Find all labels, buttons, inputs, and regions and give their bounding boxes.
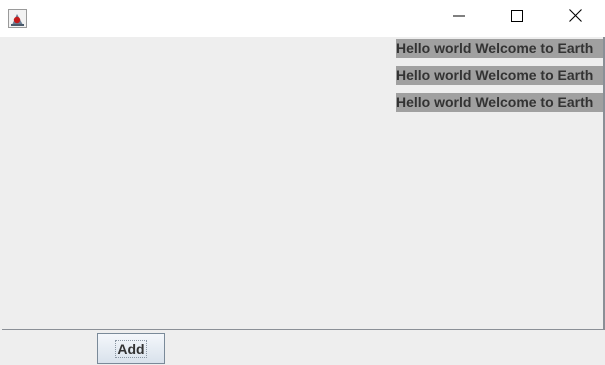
- maximize-icon: [511, 9, 523, 27]
- greeting-label: Hello world Welcome to Earth: [396, 66, 605, 85]
- add-button-label: Add: [115, 339, 147, 358]
- close-icon: [568, 9, 582, 27]
- close-button[interactable]: [552, 0, 598, 36]
- button-bar: [0, 330, 605, 365]
- greeting-label: Hello world Welcome to Earth: [396, 93, 605, 112]
- greeting-label: Hello world Welcome to Earth: [396, 39, 605, 58]
- minimize-icon: [453, 9, 465, 27]
- minimize-button[interactable]: [436, 0, 482, 36]
- content-panel: Hello world Welcome to Earth Hello world…: [0, 37, 605, 329]
- maximize-button[interactable]: [494, 0, 540, 36]
- title-bar: [0, 0, 605, 37]
- add-button[interactable]: Add: [97, 333, 165, 364]
- java-duke-icon: [8, 9, 27, 28]
